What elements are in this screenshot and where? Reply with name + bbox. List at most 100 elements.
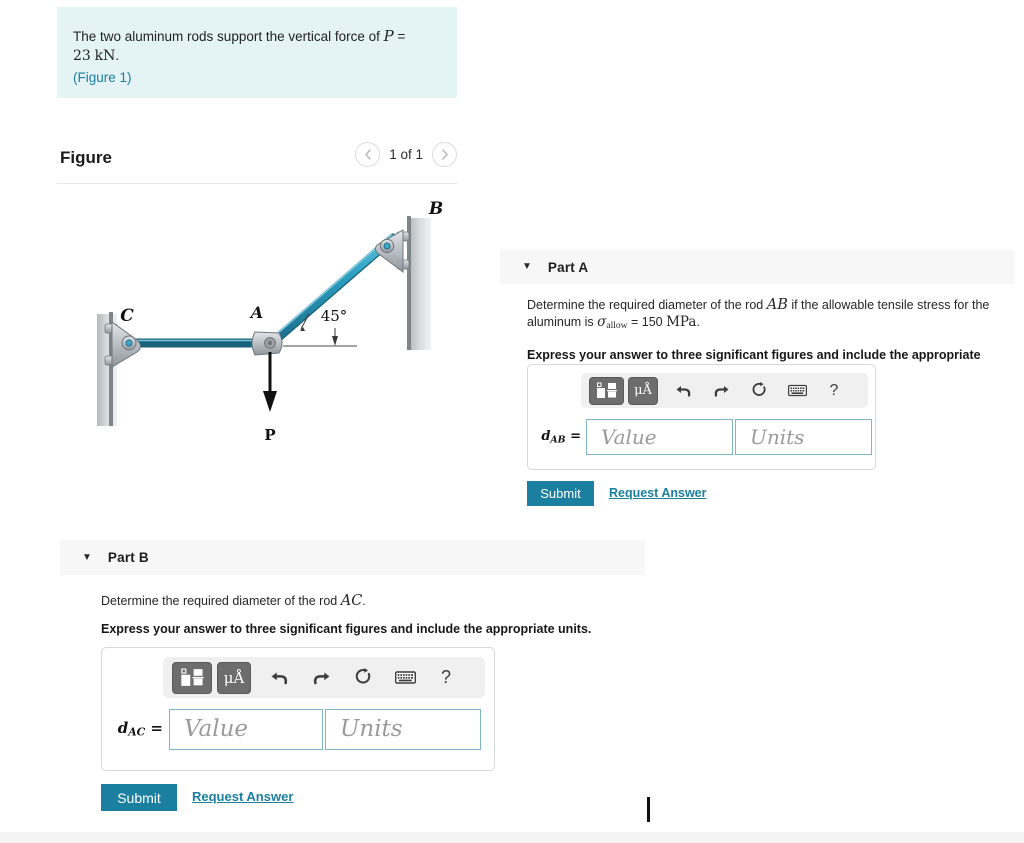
help-icon[interactable]: ?	[433, 663, 459, 693]
part-b-q-var: AC	[340, 593, 363, 609]
math-template-icon[interactable]	[589, 376, 624, 405]
undo-icon[interactable]	[265, 663, 293, 693]
problem-value: 23	[73, 48, 91, 64]
text-cursor	[647, 797, 650, 822]
figure-1-link[interactable]: (Figure 1)	[73, 68, 443, 87]
undo-glyph	[676, 386, 690, 397]
figure-label-c: C	[120, 306, 134, 326]
part-a-answer-card: μÅ ? dAB = Value Units	[527, 364, 876, 470]
part-b-request-answer-link[interactable]: Request Answer	[192, 789, 293, 804]
redo-glyph	[313, 672, 329, 685]
bottom-strip	[0, 832, 1024, 843]
part-a-header[interactable]: ▼ Part A	[500, 250, 1014, 284]
part-a-title: Part A	[547, 259, 589, 275]
part-b-header[interactable]: ▼ Part B	[60, 540, 645, 575]
redo-icon[interactable]	[307, 663, 335, 693]
reset-icon[interactable]	[746, 378, 772, 404]
chevron-right-icon	[441, 149, 448, 160]
chevron-left-icon	[365, 149, 371, 160]
help-icon[interactable]: ?	[822, 378, 846, 404]
part-b-units-icon-label: μÅ	[223, 668, 245, 687]
part-a-help-label: ?	[829, 381, 839, 399]
caret-down-icon[interactable]: ▼	[82, 552, 92, 563]
keyboard-icon[interactable]	[784, 378, 810, 404]
figure-next-button[interactable]	[432, 142, 457, 167]
part-b-value-placeholder: Value	[184, 716, 248, 742]
figure-title: Figure	[60, 148, 112, 167]
math-template-icon[interactable]	[172, 661, 212, 694]
figure-prev-button[interactable]	[355, 142, 381, 167]
part-b-label-sub: AC	[128, 725, 146, 739]
figure-label-angle: 45°	[321, 307, 348, 325]
figure-label-p: P	[264, 426, 275, 444]
part-a-sigma: σ	[597, 314, 607, 330]
part-b-question-text: Determine the required diameter of the r…	[101, 593, 661, 610]
part-a-units-icon-label: μÅ	[634, 383, 652, 398]
part-b-toolbar: μÅ ?	[163, 657, 485, 698]
problem-variable-p: P	[383, 27, 394, 45]
part-b-q-end: .	[362, 594, 366, 608]
micro-angstrom-units-icon[interactable]: μÅ	[628, 376, 658, 405]
part-a-value-placeholder: Value	[601, 425, 657, 449]
part-b-answer-label: dAC =	[102, 719, 169, 739]
problem-text-part1: The two aluminum rods support the vertic…	[73, 29, 384, 44]
part-b-units-input[interactable]: Units	[325, 708, 481, 750]
keyboard-icon[interactable]	[391, 663, 419, 693]
part-b-value-input[interactable]: Value	[169, 708, 323, 750]
part-a-question-text: Determine the required diameter of the r…	[527, 297, 1009, 335]
part-a-units-input[interactable]: Units	[735, 419, 872, 455]
part-a-label-sub: AB	[550, 434, 566, 446]
part-a-submit-button[interactable]: Submit	[527, 481, 594, 506]
part-a-q-var: AB	[766, 297, 788, 313]
rod-ac	[118, 338, 274, 348]
part-a-toolbar: μÅ ?	[581, 373, 868, 408]
problem-statement-text: The two aluminum rods support the vertic…	[73, 27, 443, 87]
part-a-q-pre: Determine the required diameter of the r…	[527, 298, 767, 312]
figure-pager: 1 of 1	[355, 142, 457, 167]
part-a-answer-row: dAB = Value Units	[528, 417, 875, 457]
part-b-answer-row: dAC = Value Units	[102, 706, 494, 752]
micro-angstrom-units-icon[interactable]: μÅ	[217, 661, 251, 694]
part-b-help-label: ?	[440, 667, 451, 687]
caret-down-icon[interactable]: ▼	[522, 262, 532, 272]
redo-glyph	[714, 386, 728, 397]
redo-icon[interactable]	[708, 378, 734, 404]
rod-ab	[268, 233, 398, 347]
figure-label-b: B	[428, 199, 443, 219]
keyboard-glyph	[787, 384, 807, 397]
truss-diagram-svg: B A C P 45°	[97, 199, 443, 444]
figure-pager-label: 1 of 1	[389, 147, 423, 162]
part-b-title: Part B	[107, 550, 149, 565]
reset-glyph	[355, 668, 370, 684]
part-a-answer-label: dAB =	[528, 429, 586, 445]
bracket-b	[374, 229, 410, 273]
part-b-units-placeholder: Units	[340, 716, 403, 742]
reset-icon[interactable]	[349, 663, 377, 693]
figure-diagram: B A C P 45°	[57, 190, 457, 480]
part-b-q-pre: Determine the required diameter of the r…	[101, 594, 341, 608]
part-a-q-end: .	[696, 315, 700, 329]
part-b-label-eq: =	[145, 719, 163, 738]
math-template-glyph	[596, 382, 617, 398]
problem-equals: =	[393, 29, 406, 44]
part-a-request-answer-link[interactable]: Request Answer	[609, 486, 706, 500]
undo-icon[interactable]	[670, 378, 696, 404]
part-a-sigma-unit: MPa	[666, 314, 697, 330]
problem-statement-box: The two aluminum rods support the vertic…	[57, 7, 457, 98]
force-arrow-p	[263, 352, 277, 412]
reset-glyph	[752, 382, 766, 396]
part-a-units-placeholder: Units	[750, 425, 805, 449]
page-root: The two aluminum rods support the vertic…	[0, 0, 1024, 843]
part-b-submit-button[interactable]: Submit	[101, 784, 177, 811]
problem-period: .	[115, 48, 120, 63]
joint-a	[251, 331, 283, 356]
part-b-answer-card: μÅ ? dAC = Value Units	[101, 647, 495, 771]
wall-right	[407, 216, 431, 350]
math-template-glyph	[180, 668, 204, 686]
part-b-question: Determine the required diameter of the r…	[101, 593, 661, 638]
part-a-sigma-eq: = 150	[627, 315, 667, 329]
figure-divider	[57, 183, 457, 184]
keyboard-glyph	[394, 671, 416, 684]
part-a-value-input[interactable]: Value	[586, 419, 733, 455]
figure-label-a: A	[249, 303, 263, 322]
